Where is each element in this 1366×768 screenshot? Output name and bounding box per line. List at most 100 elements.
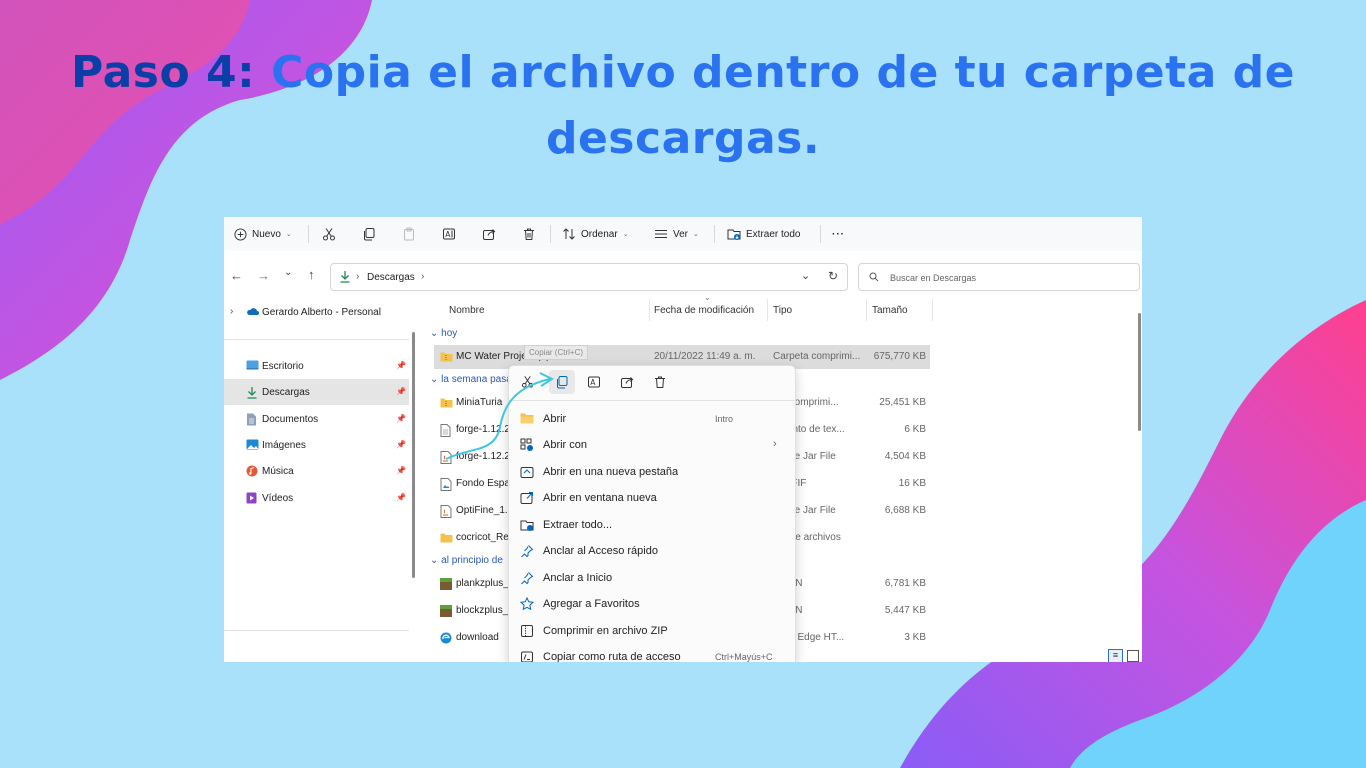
file-size: 4,504 KB bbox=[884, 451, 926, 462]
column-header-date[interactable]: Fecha de modificación bbox=[654, 305, 754, 316]
svg-text:A: A bbox=[445, 230, 451, 239]
more-options-button[interactable]: ··· bbox=[832, 225, 845, 243]
sidebar-item-videos[interactable]: Vídeos 📌 bbox=[224, 485, 409, 511]
recent-chevron-icon[interactable]: ⌄ bbox=[284, 267, 292, 278]
refresh-icon[interactable]: ↻ bbox=[828, 269, 838, 283]
video-icon bbox=[246, 492, 257, 504]
column-divider bbox=[932, 299, 933, 321]
group-header-today[interactable]: ⌄ hoy bbox=[430, 328, 457, 339]
rename-button[interactable]: A bbox=[442, 225, 456, 243]
column-header-size[interactable]: Tamaño bbox=[872, 305, 908, 316]
file-size: 675,770 KB bbox=[873, 351, 926, 362]
sidebar-item-pictures[interactable]: Imágenes 📌 bbox=[224, 432, 409, 458]
chevron-down-icon: ⌄ bbox=[693, 231, 699, 238]
view-button[interactable]: Ver ⌄ bbox=[654, 225, 699, 243]
pin-icon: 📌 bbox=[396, 440, 406, 449]
menu-item-label: Anclar a Inicio bbox=[543, 572, 613, 584]
delete-button[interactable] bbox=[522, 225, 536, 243]
search-field[interactable]: Buscar en Descargas bbox=[858, 263, 1140, 291]
edge-icon bbox=[440, 632, 452, 644]
column-header-type[interactable]: Tipo bbox=[773, 305, 792, 316]
sidebar-item-label: Descargas bbox=[262, 387, 310, 398]
sidebar-item-onedrive[interactable]: › Gerardo Alberto - Personal bbox=[224, 299, 409, 325]
extract-all-button[interactable]: Extraer todo bbox=[727, 225, 800, 243]
pin-icon: 📌 bbox=[396, 361, 406, 370]
sort-arrows-icon bbox=[563, 228, 575, 240]
share-icon[interactable] bbox=[620, 375, 634, 389]
search-icon bbox=[869, 272, 879, 282]
cloud-icon bbox=[247, 308, 259, 315]
heading-line-1: Copia el archivo dentro de tu carpeta de bbox=[271, 47, 1295, 98]
rename-icon: A bbox=[443, 228, 455, 240]
page-heading: Paso 4: Copia el archivo dentro de tu ca… bbox=[0, 40, 1366, 172]
file-list-scrollbar[interactable] bbox=[1138, 313, 1141, 431]
sidebar-item-desktop[interactable]: Escritorio 📌 bbox=[224, 353, 409, 379]
new-button[interactable]: Nuevo ⌄ bbox=[234, 225, 292, 243]
menu-item-label: Extraer todo... bbox=[543, 519, 613, 531]
sort-button[interactable]: Ordenar ⌄ bbox=[562, 225, 629, 243]
command-bar: Nuevo ⌄ A Ordenar ⌄ Ver ⌄ Extraer todo ·… bbox=[224, 217, 1142, 251]
menu-item-shortcut: Ctrl+Mayús+C bbox=[715, 652, 773, 662]
cut-button[interactable] bbox=[322, 225, 336, 243]
zip-folder-icon bbox=[440, 352, 453, 362]
pin-icon bbox=[521, 545, 534, 558]
address-bar[interactable]: › Descargas › ⌄ ↻ bbox=[330, 263, 848, 291]
file-date: 20/11/2022 11:49 a. m. bbox=[654, 351, 756, 362]
sidebar-item-music[interactable]: Música 📌 bbox=[224, 458, 409, 484]
star-icon bbox=[520, 597, 534, 611]
sidebar-item-label: Vídeos bbox=[262, 493, 294, 504]
file-name: Fondo Espa bbox=[456, 478, 510, 489]
navigation-pane: › Gerardo Alberto - Personal Escritorio … bbox=[224, 297, 409, 662]
breadcrumb-separator: › bbox=[421, 271, 425, 282]
sidebar-item-downloads[interactable]: Descargas 📌 bbox=[224, 379, 409, 405]
rename-icon[interactable]: A bbox=[587, 375, 601, 389]
menu-item-pin-quick-access[interactable]: Anclar al Acceso rápido bbox=[509, 538, 795, 564]
document-icon bbox=[247, 413, 256, 426]
group-header-earlier[interactable]: ⌄ al principio de bbox=[430, 555, 503, 566]
new-button-label: Nuevo bbox=[252, 228, 281, 240]
plus-circle-icon bbox=[234, 227, 247, 241]
details-view-icon[interactable]: ≡ bbox=[1108, 649, 1123, 662]
new-tab-icon bbox=[520, 467, 534, 478]
forward-arrow-icon[interactable]: → bbox=[257, 268, 270, 283]
chevron-down-icon: ⌄ bbox=[622, 231, 629, 238]
sidebar-divider bbox=[224, 630, 409, 631]
file-type: Carpeta comprimi... bbox=[773, 351, 861, 362]
copy-button[interactable] bbox=[362, 225, 376, 243]
column-header-name[interactable]: Nombre bbox=[449, 305, 485, 316]
sidebar-scrollbar[interactable] bbox=[412, 332, 415, 578]
breadcrumb-downloads[interactable]: Descargas bbox=[367, 272, 415, 283]
clipboard-icon bbox=[404, 227, 414, 241]
heading-step: Paso 4: bbox=[71, 47, 256, 98]
menu-item-open-new-window[interactable]: Abrir en ventana nueva bbox=[509, 485, 795, 511]
address-history-chevron-icon[interactable]: ⌄ bbox=[801, 269, 810, 282]
file-explorer-window: Nuevo ⌄ A Ordenar ⌄ Ver ⌄ Extraer todo ·… bbox=[224, 217, 1142, 662]
sidebar-item-label: Escritorio bbox=[262, 361, 304, 372]
menu-item-copy-as-path[interactable]: Copiar como ruta de acceso Ctrl+Mayús+C bbox=[509, 644, 795, 662]
paste-button[interactable] bbox=[402, 225, 416, 243]
file-size: 5,447 KB bbox=[884, 605, 926, 616]
menu-item-label: Abrir en una nueva pestaña bbox=[543, 466, 679, 478]
trash-icon[interactable] bbox=[653, 375, 667, 389]
share-icon bbox=[483, 229, 496, 240]
tiles-view-icon[interactable] bbox=[1127, 650, 1139, 662]
toolbar-divider bbox=[820, 225, 821, 243]
view-label: Ver bbox=[673, 228, 689, 240]
share-button[interactable] bbox=[482, 225, 496, 243]
up-arrow-icon[interactable]: ↑ bbox=[308, 267, 315, 282]
back-arrow-icon[interactable]: ← bbox=[230, 268, 243, 283]
menu-item-add-favorites[interactable]: Agregar a Favoritos bbox=[509, 591, 795, 617]
file-size: 3 KB bbox=[904, 632, 926, 643]
menu-item-pin-start[interactable]: Anclar a Inicio bbox=[509, 565, 795, 591]
pin-icon: 📌 bbox=[396, 493, 406, 502]
column-divider bbox=[649, 299, 650, 321]
sidebar-item-documents[interactable]: Documentos 📌 bbox=[224, 406, 409, 432]
file-name: download bbox=[456, 632, 499, 643]
group-label: hoy bbox=[441, 328, 458, 339]
menu-item-label: Comprimir en archivo ZIP bbox=[543, 625, 668, 637]
menu-item-compress-zip[interactable]: Comprimir en archivo ZIP bbox=[509, 618, 795, 644]
menu-item-extract-all[interactable]: Extraer todo... bbox=[509, 512, 795, 538]
file-size: 16 KB bbox=[898, 478, 926, 489]
address-row: ← → ⌄ ↑ › Descargas › ⌄ ↻ Buscar en Desc… bbox=[224, 257, 1142, 293]
toolbar-divider bbox=[308, 225, 309, 243]
